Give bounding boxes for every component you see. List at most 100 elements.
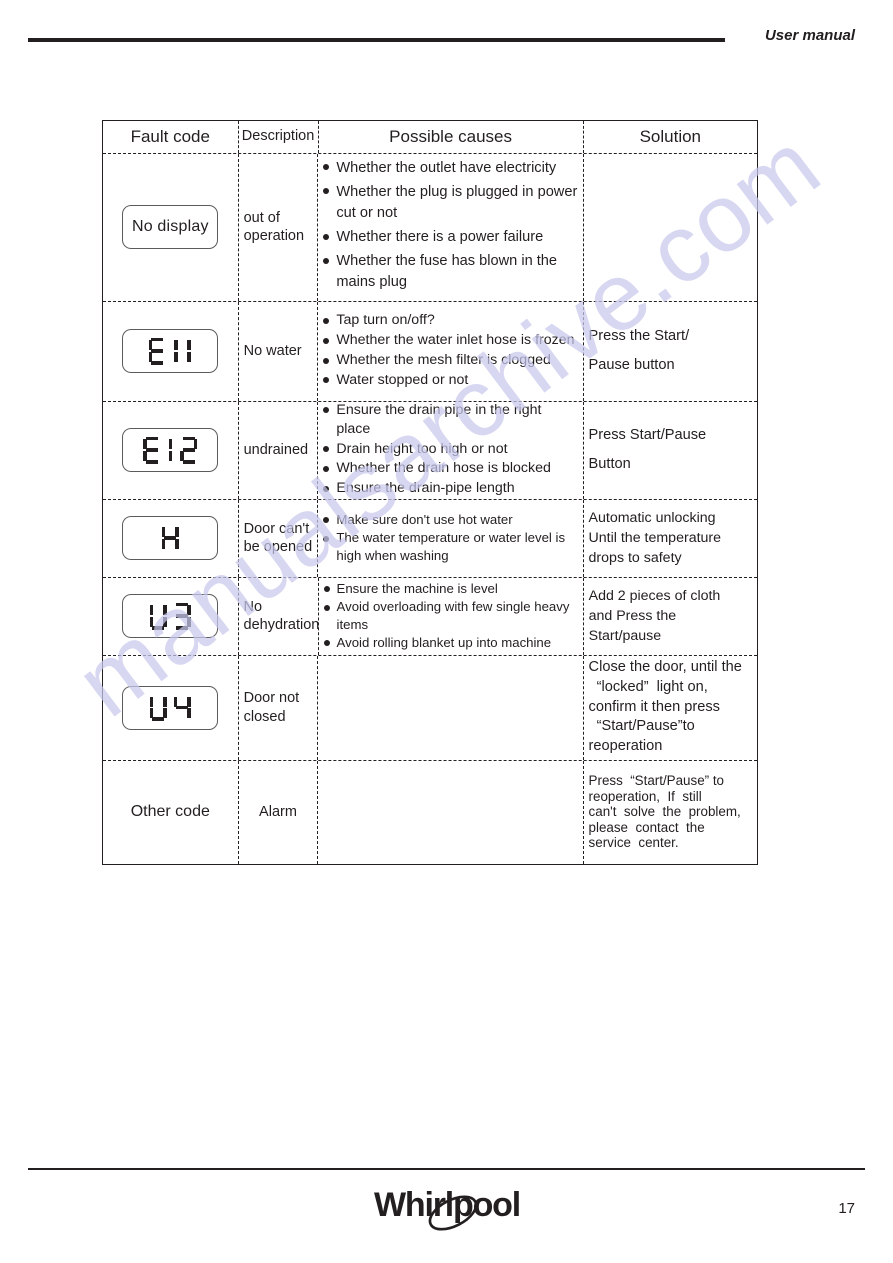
column-header-label: Solution <box>639 127 702 146</box>
segment-digit-4 <box>173 694 191 721</box>
table-row: No dehydration Ensure the machine is leve… <box>103 577 757 656</box>
seven-segment-display-h <box>161 523 179 553</box>
solution-text: Close the door, until the “locked” light… <box>588 659 742 755</box>
solution-text: Press Start/Pause Button <box>588 426 707 473</box>
list-item: Whether there is a power failure <box>323 227 577 248</box>
list-item: Whether the mesh filter is clogged <box>323 351 577 370</box>
causes-cell: Make sure don't use hot water The water … <box>318 499 584 577</box>
description-cell: Door not closed <box>239 655 319 760</box>
column-header-description: Description <box>239 121 319 153</box>
table-row: No display out of operation Whether the o… <box>103 153 757 302</box>
table-row: Other code Alarm Press “Start/Pause” to r… <box>103 760 757 864</box>
description-text: No dehydration <box>243 598 320 634</box>
seven-segment-display-e11 <box>148 336 192 366</box>
description-cell: No water <box>239 301 319 401</box>
segment-digit-1 <box>167 437 173 464</box>
segment-digit-U <box>149 603 167 630</box>
list-item: Avoid overloading with few single heavy … <box>323 598 578 633</box>
list-item: Whether the outlet have electricity <box>323 158 577 179</box>
causes-list: Ensure the machine is level Avoid overlo… <box>323 580 578 653</box>
solution-cell <box>584 154 757 301</box>
seven-segment-display-e12 <box>143 435 198 465</box>
description-text: undrained <box>243 441 309 458</box>
fault-code-cell <box>103 401 239 499</box>
causes-list: Tap turn on/off? Whether the water inlet… <box>323 311 577 391</box>
causes-cell <box>318 655 584 760</box>
page-header: User manual <box>0 0 893 60</box>
list-item: Tap turn on/off? <box>323 311 577 330</box>
description-text: Alarm <box>259 803 297 820</box>
list-item: Ensure the drain-pipe length <box>323 479 577 498</box>
column-header-label: Fault code <box>130 127 210 146</box>
segment-digit-H <box>161 525 179 552</box>
solution-cell: Press “Start/Pause” to reoperation, If st… <box>584 761 757 864</box>
segment-digit-E <box>143 436 160 464</box>
table-row: undrained Ensure the drain pipe in the r… <box>103 401 757 500</box>
solution-cell: Press Start/Pause Button <box>584 402 757 499</box>
seven-segment-display-u3 <box>149 601 191 631</box>
fault-code-label: Other code <box>130 803 210 821</box>
solution-cell: Press the Start/Pause button <box>584 302 757 401</box>
column-header-label: Description <box>241 128 315 145</box>
fault-code-cell: No display <box>103 153 239 301</box>
description-text: out of operation <box>243 209 305 245</box>
causes-list: Ensure the drain pipe in the right place… <box>323 401 577 499</box>
list-item: Whether the water inlet hose is frozen <box>323 331 577 350</box>
causes-list: Make sure don't use hot water The water … <box>323 511 577 565</box>
column-header-label: Possible causes <box>389 127 512 146</box>
solution-text: Press the Start/Pause button <box>588 327 690 374</box>
causes-list: Whether the outlet have electricity Whet… <box>323 158 577 297</box>
page-title: User manual <box>764 27 855 44</box>
list-item: Whether the fuse has blown in the mains … <box>323 251 577 293</box>
fault-code-chip <box>122 329 219 374</box>
fault-code-table: Fault code Description Possible causes S… <box>102 120 758 865</box>
segment-digit-E <box>148 337 166 365</box>
table-header-row: Fault code Description Possible causes S… <box>103 121 757 154</box>
causes-cell: Tap turn on/off? Whether the water inlet… <box>318 301 584 401</box>
list-item: Ensure the machine is level <box>323 580 578 597</box>
list-item: Whether the drain hose is blocked <box>323 459 577 478</box>
fault-code-cell: Other code <box>103 760 239 864</box>
column-header-solution: Solution <box>584 121 757 153</box>
causes-cell: Whether the outlet have electricity Whet… <box>318 153 584 301</box>
column-header-possible-causes: Possible causes <box>319 121 584 153</box>
causes-cell: Ensure the machine is level Avoid overlo… <box>319 577 584 655</box>
seven-segment-display-u4 <box>149 693 191 723</box>
description-text: Door can't be opened <box>243 520 313 556</box>
footer-rule <box>28 1168 865 1170</box>
segment-digit-2 <box>180 436 198 464</box>
fault-code-cell <box>103 577 239 655</box>
description-text: No water <box>243 342 302 359</box>
segment-digit-1 <box>173 338 179 365</box>
solution-cell: Automatic unlocking Until the temperature… <box>584 500 757 577</box>
column-header-fault-code: Fault code <box>103 121 239 153</box>
fault-code-label: No display <box>131 218 209 236</box>
table-row: No water Tap turn on/off? Whether the wa… <box>103 301 757 402</box>
fault-code-chip <box>122 594 219 639</box>
fault-code-chip <box>122 428 219 473</box>
solution-text: Automatic unlocking Until the temperature… <box>588 509 722 567</box>
solution-cell: Add 2 pieces of cloth and Press the Start/… <box>584 578 757 655</box>
description-cell: Door can't be opened <box>239 499 319 577</box>
header-rule <box>28 38 725 42</box>
list-item: Ensure the drain pipe in the right place <box>323 401 577 439</box>
segment-digit-U <box>149 694 167 722</box>
list-item: Avoid rolling blanket up into machine <box>323 634 578 651</box>
whirlpool-logo: Whirlpool <box>352 1180 542 1236</box>
fault-code-cell <box>103 301 239 401</box>
fault-code-cell <box>103 499 239 577</box>
page-number: 17 <box>838 1200 855 1217</box>
description-cell: out of operation <box>239 153 319 301</box>
causes-cell: Ensure the drain pipe in the right place… <box>318 401 584 499</box>
list-item: Whether the plug is plugged in power cut… <box>323 182 577 224</box>
svg-text:Whirlpool: Whirlpool <box>374 1186 520 1224</box>
fault-code-chip: No display <box>122 205 219 250</box>
description-cell: undrained <box>239 401 319 499</box>
segment-digit-1 <box>186 338 192 365</box>
page-footer: Whirlpool 17 <box>0 1168 893 1263</box>
causes-cell <box>318 760 584 864</box>
fault-code-chip <box>122 685 219 730</box>
table-row: Door not closed Close the door, until the… <box>103 655 757 761</box>
fault-code-cell <box>103 655 239 760</box>
list-item: Drain height too high or not <box>323 440 577 459</box>
